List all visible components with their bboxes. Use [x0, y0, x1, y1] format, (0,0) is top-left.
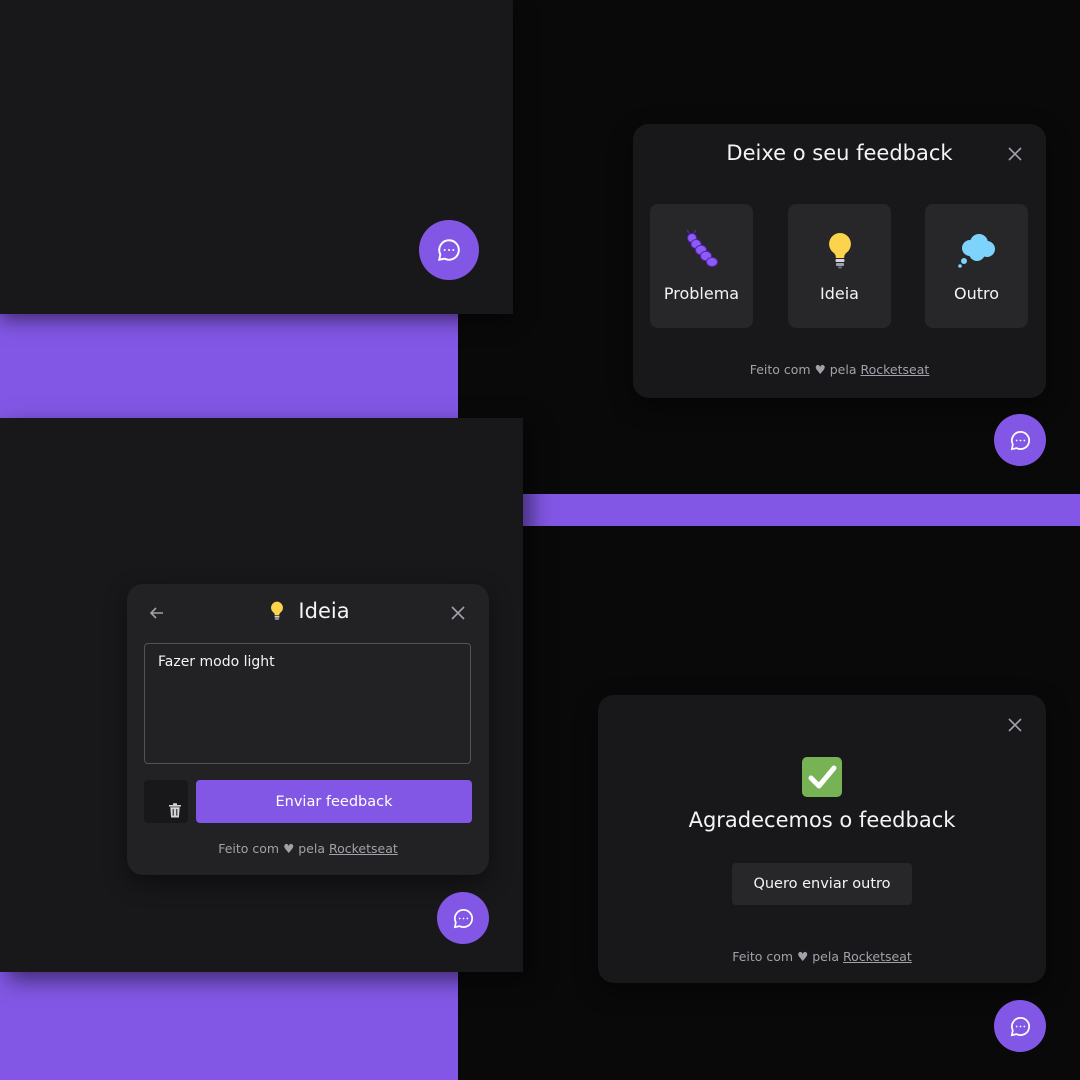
purple-band-right — [523, 494, 1080, 526]
feedback-fab-button[interactable] — [994, 414, 1046, 466]
bug-icon — [685, 229, 718, 267]
type-option-label: Outro — [953, 283, 1000, 303]
footer-text: Feito com ♥ pela — [749, 362, 857, 377]
close-icon — [1008, 147, 1022, 161]
chat-bubble-icon — [1010, 1016, 1030, 1036]
type-option-idea[interactable]: Ideia — [788, 204, 891, 328]
purple-band-bottom-left — [0, 972, 458, 1080]
trash-icon — [169, 803, 181, 818]
panel-header: Ideia — [127, 599, 489, 623]
check-icon — [802, 757, 842, 797]
chat-bubble-icon — [1010, 430, 1030, 450]
panel-title: Deixe o seu feedback — [726, 141, 953, 165]
type-option-other[interactable]: Outro — [925, 204, 1028, 328]
purple-band-top-left — [0, 312, 458, 418]
footer: Feito com ♥ pela Rocketseat — [127, 841, 489, 856]
type-option-label: Ideia — [820, 283, 859, 303]
thought-bubble-icon — [957, 233, 995, 268]
close-button[interactable] — [446, 601, 470, 625]
footer: Feito com ♥ pela Rocketseat — [598, 949, 1046, 964]
close-button[interactable] — [1003, 713, 1027, 737]
type-option-label: Problema — [663, 283, 740, 303]
footer-text: Feito com ♥ pela — [732, 949, 840, 964]
lightbulb-icon — [271, 601, 284, 620]
lightbulb-icon — [828, 232, 851, 268]
rocketseat-link[interactable]: Rocketseat — [843, 949, 912, 964]
feedback-fab-button[interactable] — [419, 220, 479, 280]
close-icon — [451, 606, 465, 620]
close-button[interactable] — [1003, 142, 1027, 166]
rocketseat-link[interactable]: Rocketseat — [329, 841, 398, 856]
send-another-button[interactable]: Quero enviar outro — [732, 863, 912, 905]
feedback-content-panel: Ideia Enviar feedback Feito com ♥ pela R… — [127, 584, 489, 875]
chat-bubble-icon — [437, 239, 460, 262]
success-check — [802, 757, 842, 797]
feedback-textarea[interactable] — [144, 643, 471, 764]
close-icon — [1008, 718, 1022, 732]
panel-title: Ideia — [298, 599, 350, 623]
feedback-success-panel: Agradecemos o feedback Quero enviar outr… — [598, 695, 1046, 983]
footer: Feito com ♥ pela Rocketseat — [633, 362, 1046, 377]
feedback-fab-button[interactable] — [437, 892, 489, 944]
screenshot-button[interactable] — [144, 780, 188, 823]
footer-text: Feito com ♥ pela — [218, 841, 326, 856]
feedback-fab-button[interactable] — [994, 1000, 1046, 1052]
success-title: Agradecemos o feedback — [688, 808, 956, 832]
rocketseat-link[interactable]: Rocketseat — [861, 362, 930, 377]
send-feedback-button[interactable]: Enviar feedback — [196, 780, 472, 823]
feedback-type-panel: Deixe o seu feedback Problema Ideia Outr… — [633, 124, 1046, 398]
type-option-problem[interactable]: Problema — [650, 204, 753, 328]
chat-bubble-icon — [453, 908, 473, 928]
